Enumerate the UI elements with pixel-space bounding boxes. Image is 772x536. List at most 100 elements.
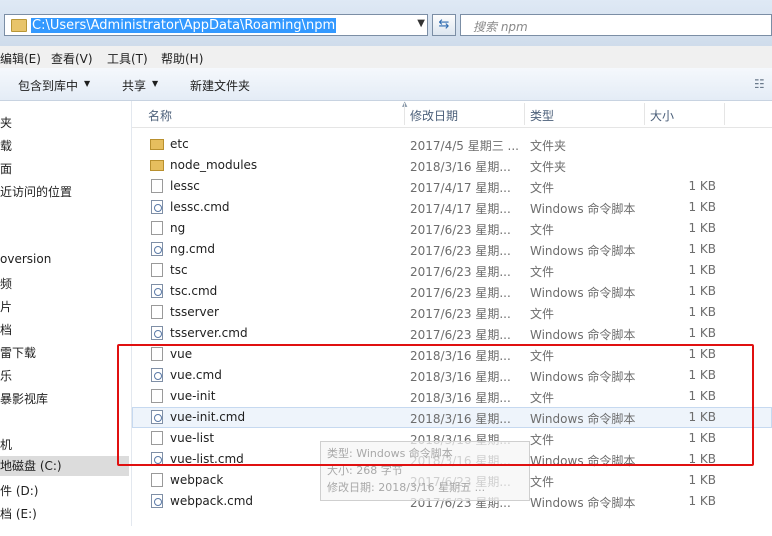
address-input[interactable]: C:\Users\Administrator\AppData\Roaming\n… [4,14,428,36]
nav-item-downloads[interactable]: 雷下载 [0,344,36,361]
file-name: webpack [170,473,224,487]
file-size: 1 KB [688,326,716,340]
file-name: vue.cmd [170,368,222,382]
nav-item-documents[interactable]: 档 [0,321,12,338]
file-type: 文件 [530,181,555,195]
file-size: 1 KB [688,431,716,445]
nav-item-computer[interactable]: 机 [0,436,12,453]
script-file-icon [151,326,163,340]
nav-item-drive-d[interactable]: 件 (D:) [0,482,38,499]
nav-item-music[interactable]: 乐 [0,367,12,384]
menu-help[interactable]: 帮助(H) [161,50,203,67]
column-header: ▲ 名称 修改日期 类型 大小 [132,100,772,128]
refresh-icon: ⇆ [438,17,450,32]
chevron-down-icon[interactable]: ▼ [417,18,425,29]
nav-item-drive-c[interactable]: 地磁盘 (C:) [0,456,129,476]
chevron-down-icon: ▼ [84,79,91,88]
file-name: vue-init [170,389,216,403]
file-type: 文件 [530,265,555,279]
file-row[interactable]: tsc 2017/6/23 星期... 文件 1 KB [132,260,772,281]
chevron-down-icon: ▼ [152,79,159,88]
column-divider[interactable] [724,103,725,125]
menu-edit[interactable]: 编辑(E) [0,50,41,67]
refresh-button[interactable]: ⇆ [432,14,456,36]
column-size[interactable]: 大小 [650,107,674,124]
file-icon [151,263,163,277]
file-type: Windows 命令脚本 [530,328,636,342]
file-type: 文件 [530,391,555,405]
file-type: 文件 [530,433,555,447]
file-name: webpack.cmd [170,494,254,508]
file-date: 2018/3/16 星期... [410,349,511,363]
file-type: 文件 [530,475,555,489]
script-file-icon [151,284,163,298]
file-row[interactable]: vue-init 2018/3/16 星期... 文件 1 KB [132,386,772,407]
file-row[interactable]: tsserver.cmd 2017/6/23 星期... Windows 命令脚本 1… [132,323,772,344]
file-size: 1 KB [688,452,716,466]
file-row[interactable]: ng.cmd 2017/6/23 星期... Windows 命令脚本 1 KB [132,239,772,260]
file-row[interactable]: lessc 2017/4/17 星期... 文件 1 KB [132,176,772,197]
file-name: vue-list [170,431,215,445]
file-size: 1 KB [688,410,716,424]
nav-item-drive-e[interactable]: 档 (E:) [0,505,37,522]
script-file-icon [151,410,163,424]
file-name: ng [170,221,186,235]
file-date: 2018/3/16 星期... [410,412,511,426]
script-file-icon [151,494,163,508]
menu-tools[interactable]: 工具(T) [107,50,148,67]
menu-view[interactable]: 查看(V) [51,50,93,67]
nav-item[interactable]: 载 [0,137,12,154]
nav-item-video-library[interactable]: 暴影视库 [0,390,48,407]
file-row[interactable]: tsc.cmd 2017/6/23 星期... Windows 命令脚本 1 KB [132,281,772,302]
column-name[interactable]: 名称 [148,107,172,124]
file-name: lessc [170,179,200,193]
column-date[interactable]: 修改日期 [410,107,458,124]
nav-item-recent[interactable]: 近访问的位置 [0,183,72,200]
file-row[interactable]: vue.cmd 2018/3/16 星期... Windows 命令脚本 1 KB [132,365,772,386]
file-date: 2018/3/16 星期... [410,391,511,405]
include-in-library-button[interactable]: 包含到库中 [18,77,78,94]
file-row[interactable]: vue-init.cmd 2018/3/16 星期... Windows 命令脚本 1… [132,407,772,428]
view-options-icon[interactable]: ☷ [754,77,765,91]
file-type: Windows 命令脚本 [530,496,636,510]
file-row[interactable]: tsserver 2017/6/23 星期... 文件 1 KB [132,302,772,323]
file-icon [151,347,163,361]
file-name: vue-init.cmd [170,410,246,424]
nav-item[interactable]: oversion [0,252,51,266]
search-placeholder: 搜索 npm [473,20,528,34]
script-file-icon [151,242,163,256]
file-size: 1 KB [688,494,716,508]
share-button[interactable]: 共享 [122,77,146,94]
file-name: etc [170,137,189,151]
file-date: 2017/6/23 星期... [410,307,511,321]
file-size: 1 KB [688,368,716,382]
column-type[interactable]: 类型 [530,107,554,124]
nav-item[interactable]: 面 [0,160,12,177]
file-size: 1 KB [688,347,716,361]
file-row[interactable]: etc 2017/4/5 星期三 ... 文件夹 [132,134,772,155]
nav-item-videos[interactable]: 频 [0,275,12,292]
script-file-icon [151,452,163,466]
search-input[interactable]: 搜索 npm [460,14,772,36]
file-size: 1 KB [688,242,716,256]
column-divider[interactable] [404,103,405,125]
file-size: 1 KB [688,305,716,319]
file-name: tsc.cmd [170,284,218,298]
menu-bar: 编辑(E) 查看(V) 工具(T) 帮助(H) [0,46,772,68]
file-row[interactable]: lessc.cmd 2017/4/17 星期... Windows 命令脚本 1 KB [132,197,772,218]
file-row[interactable]: node_modules 2018/3/16 星期... 文件夹 [132,155,772,176]
column-divider[interactable] [524,103,525,125]
file-date: 2018/3/16 星期... [410,370,511,384]
column-divider[interactable] [644,103,645,125]
file-name: tsc [170,263,188,277]
file-name: vue-list.cmd [170,452,244,466]
file-name: tsserver.cmd [170,326,248,340]
file-size: 1 KB [688,200,716,214]
new-folder-button[interactable]: 新建文件夹 [190,77,250,94]
file-icon [151,389,163,403]
file-row[interactable]: vue 2018/3/16 星期... 文件 1 KB [132,344,772,365]
file-date: 2018/3/16 星期... [410,160,511,174]
file-row[interactable]: ng 2017/6/23 星期... 文件 1 KB [132,218,772,239]
nav-item[interactable]: 夹 [0,114,12,131]
nav-item-pictures[interactable]: 片 [0,298,12,315]
